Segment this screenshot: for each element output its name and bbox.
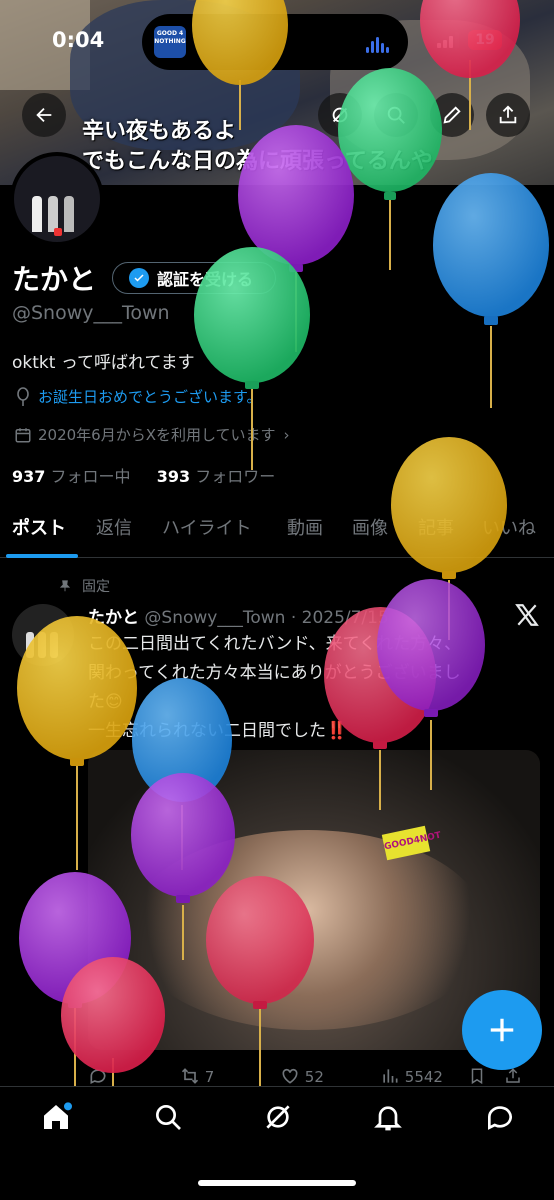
search-icon	[387, 106, 405, 124]
tab-posts[interactable]: ポスト	[12, 514, 66, 540]
post-text-line: 関わってくれた方々本当にありがとうございまし	[88, 663, 461, 683]
crowd-detail	[128, 830, 488, 1030]
like-count: 52	[304, 1068, 324, 1086]
profile-tabs: ポスト 返信 ハイライト 動画 画像 記事 いいね	[0, 506, 554, 558]
profile-name: たかと	[12, 263, 97, 296]
profile-handle: @Snowy___Town	[12, 302, 170, 324]
get-verified-button[interactable]: 認証を受ける	[112, 262, 276, 294]
signal-icon	[437, 32, 461, 48]
dynamic-island[interactable]: GOOD 4 NOTHING	[142, 14, 408, 70]
compose-button[interactable]	[462, 990, 542, 1070]
post-text: この二日間出てくれたバンド、来てくれた方々、 関わってくれた方々本当にありがとう…	[88, 630, 528, 746]
followers-count: 393	[156, 467, 191, 486]
tab-replies[interactable]: 返信	[96, 514, 132, 540]
avatar-photo-detail	[32, 196, 42, 232]
following-count: 937	[12, 467, 46, 486]
grok-icon	[332, 107, 348, 123]
views-count: 5542	[404, 1068, 443, 1086]
share-icon	[499, 105, 517, 124]
post-actions: 7 52 5542	[88, 1066, 528, 1088]
post-text-line: 一生忘れられない二日間でした‼️	[88, 721, 348, 741]
avatar-photo-detail	[54, 228, 62, 236]
avatar-photo-detail	[64, 196, 74, 232]
search-nav-icon[interactable]	[152, 1101, 184, 1133]
views-button[interactable]: 5542	[380, 1066, 443, 1086]
battery-indicator: 19	[468, 30, 502, 50]
tab-highlights[interactable]: ハイライト	[162, 514, 252, 540]
post-handle-date: @Snowy___Town · 2025/7/15	[144, 608, 389, 628]
birthday-row: お誕生日おめでとうございます。	[14, 386, 262, 407]
followers-link[interactable]: 393 フォロワー	[157, 467, 276, 486]
edit-button[interactable]	[430, 93, 474, 137]
pinned-label: 固定	[82, 579, 110, 595]
heart-icon	[282, 1068, 298, 1084]
status-time: 0:04	[52, 28, 105, 52]
profile-avatar[interactable]	[10, 152, 104, 246]
repost-icon	[181, 1068, 199, 1084]
tab-likes[interactable]: いいね	[482, 514, 536, 540]
messages-icon[interactable]	[484, 1101, 516, 1133]
following-label: フォロー中	[50, 467, 131, 486]
post-text-line: この二日間出てくれたバンド、来てくれた方々、	[88, 634, 462, 654]
verified-check-icon	[129, 268, 149, 288]
followers-label: フォロワー	[195, 467, 276, 486]
follow-stats: 937 フォロー中 393 フォロワー	[12, 463, 275, 487]
avatar-photo-detail	[48, 196, 58, 232]
tab-videos[interactable]: 動画	[287, 514, 323, 540]
grok-nav-icon[interactable]	[262, 1101, 294, 1133]
joined-text: 2020年6月からXを利用しています	[38, 426, 276, 444]
grok-button[interactable]	[318, 93, 362, 137]
pencil-icon	[443, 106, 461, 124]
repost-count: 7	[204, 1068, 215, 1086]
get-verified-label: 認証を受ける	[157, 270, 254, 289]
tab-articles[interactable]: 記事	[418, 514, 454, 540]
back-button[interactable]	[22, 93, 66, 137]
audio-wave-icon	[366, 34, 392, 53]
tab-images[interactable]: 画像	[352, 514, 388, 540]
search-button[interactable]	[374, 93, 418, 137]
birthday-text[interactable]: お誕生日おめでとうございます。	[38, 386, 262, 407]
home-icon[interactable]	[40, 1101, 72, 1133]
chevron-right-icon: ›	[283, 425, 290, 444]
balloon-icon	[17, 386, 29, 406]
post-author-avatar[interactable]	[12, 604, 74, 666]
repost-button[interactable]: 7	[180, 1066, 214, 1086]
like-button[interactable]: 52	[280, 1066, 324, 1086]
x-logo-icon	[515, 604, 539, 626]
balloon	[433, 173, 549, 408]
active-tab-indicator	[6, 554, 78, 558]
following-link[interactable]: 937 フォロー中	[12, 467, 131, 486]
profile-bio: oktkt って呼ばれてます	[12, 353, 195, 373]
plus-icon	[490, 1018, 514, 1042]
arrow-left-icon	[36, 107, 52, 123]
post-text-line: た😊	[88, 692, 123, 712]
banner-caption-line: でもこんな日の為に頑張ってるんや	[82, 148, 433, 174]
pinned-label-row: 固定	[58, 576, 110, 596]
post-author-name[interactable]: たかと	[88, 608, 139, 628]
notifications-bell-icon[interactable]	[372, 1101, 404, 1133]
post-header: たかと @Snowy___Town · 2025/7/15	[88, 603, 508, 628]
views-icon	[383, 1069, 398, 1083]
now-playing-artwork: GOOD 4 NOTHING	[154, 26, 186, 58]
home-indicator	[198, 1180, 356, 1186]
calendar-icon	[15, 427, 31, 442]
joined-row[interactable]: 2020年6月からXを利用しています ›	[14, 424, 290, 445]
pin-icon	[59, 580, 71, 592]
share-button[interactable]	[486, 93, 530, 137]
